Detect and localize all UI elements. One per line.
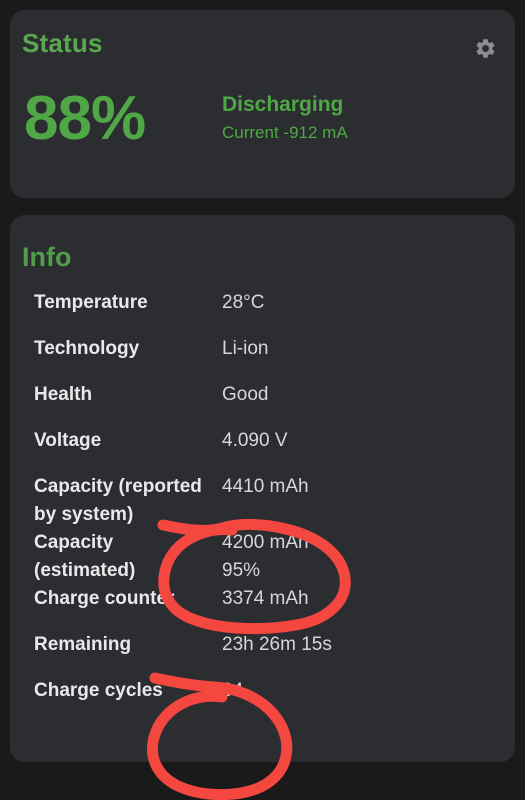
info-row-label: Health bbox=[34, 384, 93, 405]
info-row: Remaining 23h 26m 15s bbox=[10, 631, 515, 677]
battery-percent: 88% bbox=[24, 84, 146, 153]
info-row-value: Li-ion bbox=[222, 338, 269, 359]
info-card-title: Info bbox=[22, 242, 72, 272]
status-summary: Discharging Current -912 mA bbox=[222, 92, 348, 145]
app-screen: Status 88% Discharging Current -912 mA I… bbox=[0, 0, 525, 800]
info-row: Voltage 4.090 V bbox=[10, 427, 515, 473]
info-row-value: 34 bbox=[222, 680, 244, 701]
info-row-label: Charge cycles bbox=[34, 680, 163, 701]
info-row: Capacity (estimated) 4200 mAh 95% bbox=[10, 529, 515, 585]
info-row-label: Capacity (reported by system) bbox=[34, 476, 202, 525]
info-row-label: Voltage bbox=[34, 430, 102, 451]
info-row-label: Temperature bbox=[34, 292, 148, 313]
info-list: Temperature 28°C Technology Li-ion Health Goo… bbox=[10, 289, 515, 723]
info-card: Info Temperature 28°C Technology Li-ion Heal… bbox=[10, 215, 515, 762]
info-row-label: Capacity (estimated) bbox=[34, 532, 136, 581]
info-row-value: 28°C bbox=[222, 292, 265, 313]
info-row: Technology Li-ion bbox=[10, 335, 515, 381]
info-row-label: Technology bbox=[34, 338, 140, 359]
current-reading: Current -912 mA bbox=[222, 123, 348, 143]
info-row-value: 4410 mAh bbox=[222, 476, 309, 497]
gear-icon[interactable] bbox=[469, 32, 501, 64]
info-row: Charge cycles 34 bbox=[10, 677, 515, 723]
info-row-value: 4200 mAh 95% bbox=[222, 532, 309, 581]
info-row: Charge counter 3374 mAh bbox=[10, 585, 515, 631]
info-row-value: 4.090 V bbox=[222, 430, 288, 451]
info-row-label: Charge counter bbox=[34, 588, 175, 609]
info-row-value: 23h 26m 15s bbox=[222, 634, 332, 655]
info-row: Temperature 28°C bbox=[10, 289, 515, 335]
status-card: Status 88% Discharging Current -912 mA bbox=[10, 10, 515, 198]
info-row: Health Good bbox=[10, 381, 515, 427]
info-row-label: Remaining bbox=[34, 634, 132, 655]
info-row-value: Good bbox=[222, 384, 269, 405]
status-card-title: Status bbox=[22, 28, 103, 58]
charging-state: Discharging bbox=[222, 93, 344, 116]
info-row-value: 3374 mAh bbox=[222, 588, 309, 609]
info-row: Capacity (reported by system) 4410 mAh bbox=[10, 473, 515, 529]
